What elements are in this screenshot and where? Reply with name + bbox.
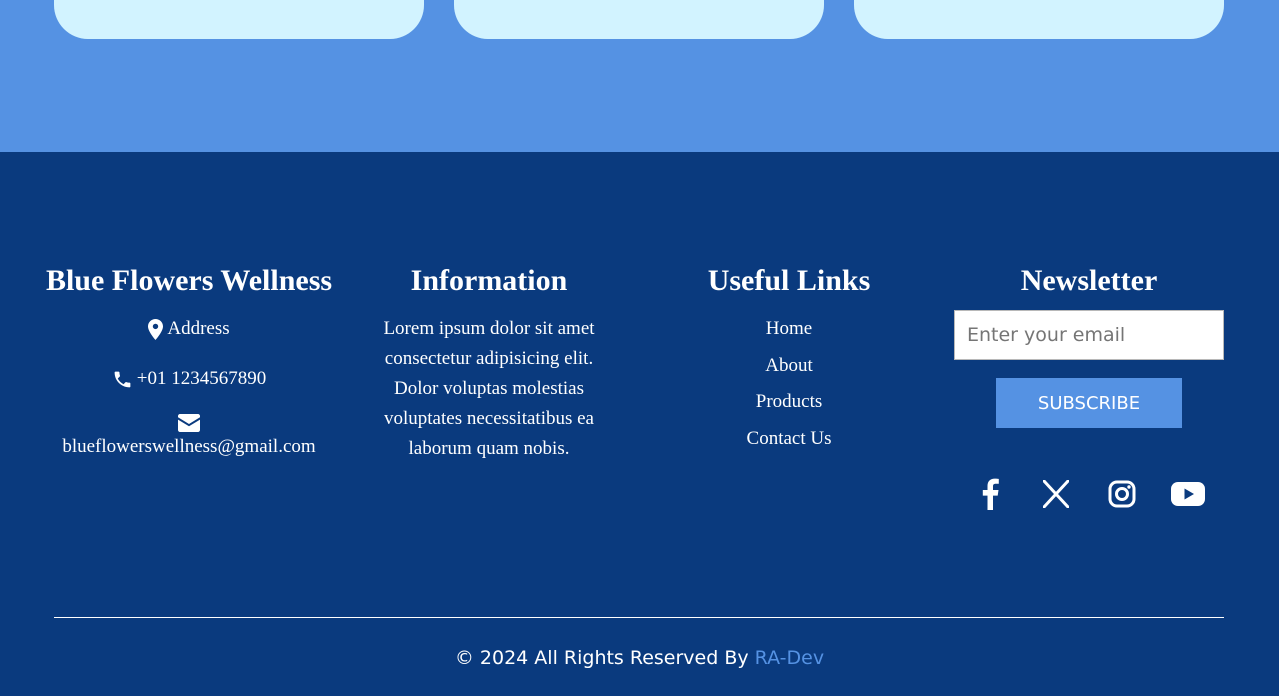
list-item: Products [639,389,939,415]
envelope-icon [178,414,200,432]
list-item: Home [639,316,939,342]
copyright: © 2024 All Rights Reserved By RA-Dev [0,642,1279,674]
information-title: Information [410,264,568,297]
link-about[interactable]: About [765,355,813,376]
facebook-icon[interactable] [970,474,1010,514]
top-section [0,0,1279,152]
information-column: Information Lorem ipsum dolor sit amet c… [339,262,639,464]
useful-links-title: Useful Links [707,264,871,297]
site-footer: Blue Flowers Wellness Address +01 123456… [0,152,1279,696]
link-products[interactable]: Products [756,391,823,412]
subscribe-button[interactable]: SUBSCRIBE [996,378,1182,428]
copyright-text: © 2024 All Rights Reserved By [454,647,749,669]
email-text: blueflowerswellness@gmail.com [62,436,316,457]
phone-text: +01 1234567890 [136,368,267,389]
newsletter-title: Newsletter [1020,264,1158,297]
youtube-icon[interactable] [1168,474,1208,514]
author-link[interactable]: RA-Dev [755,647,824,669]
useful-links-list: Home About Products Contact Us [639,316,939,452]
link-contact-us[interactable]: Contact Us [747,428,832,449]
newsletter-column: Newsletter SUBSCRIBE [939,262,1239,514]
social-links [939,474,1239,514]
instagram-icon[interactable] [1102,474,1142,514]
email-line: blueflowerswellness@gmail.com [39,414,339,462]
footer-divider [54,617,1224,618]
x-icon[interactable] [1036,474,1076,514]
phone-line: +01 1234567890 [39,366,339,392]
newsletter-email-input[interactable] [954,310,1224,360]
link-home[interactable]: Home [766,318,812,339]
phone-icon [114,371,131,387]
card [854,0,1224,39]
card [454,0,824,39]
list-item: Contact Us [639,426,939,452]
address-line: Address [39,316,339,342]
location-pin-icon [148,318,164,340]
address-text: Address [167,318,230,339]
list-item: About [639,353,939,379]
card [54,0,424,39]
brand-column: Blue Flowers Wellness Address +01 123456… [39,262,339,462]
brand-title: Blue Flowers Wellness [45,264,333,297]
useful-links-column: Useful Links Home About Products Contact… [639,262,939,462]
information-text: Lorem ipsum dolor sit amet consectetur a… [383,318,595,459]
